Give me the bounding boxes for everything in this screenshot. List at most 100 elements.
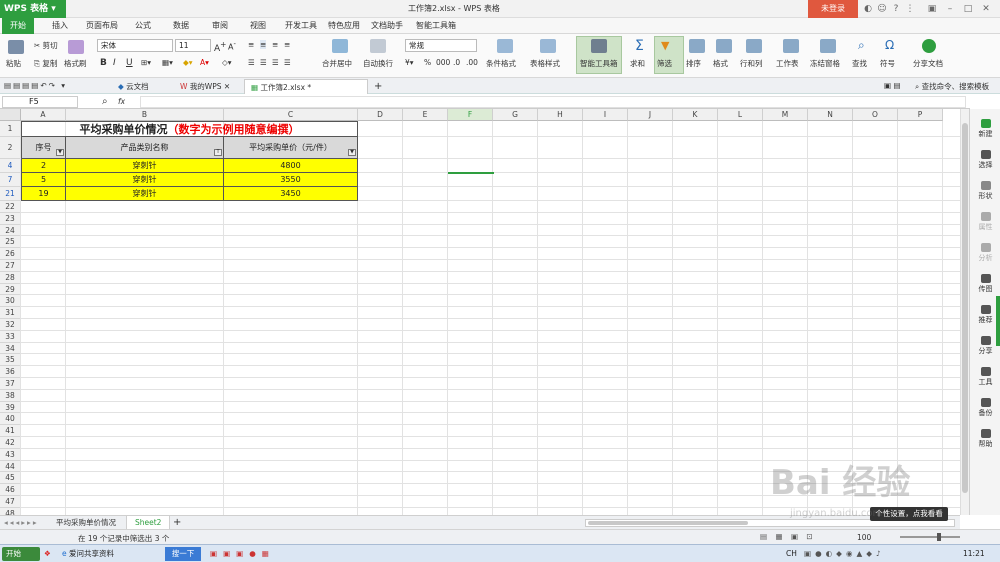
tray-icons[interactable]: ▣●◐◆◉▲◆♪ — [804, 547, 885, 561]
decrease-decimal-icon[interactable]: .00 — [466, 58, 478, 67]
sort-icon[interactable] — [689, 39, 705, 53]
data-cell[interactable]: 4800 — [224, 159, 358, 173]
clear-icon[interactable]: ◇▾ — [222, 58, 232, 67]
align-bottom-icon[interactable]: ≡ — [272, 40, 278, 49]
data-cell[interactable]: 穿刺针 — [66, 159, 224, 173]
thousands-icon[interactable]: 000 — [436, 58, 450, 67]
paste-icon[interactable] — [8, 40, 24, 54]
font-size-select[interactable]: 11 — [175, 39, 211, 52]
tab-formula[interactable]: 公式 — [133, 18, 153, 34]
format-painter-button[interactable]: 格式刷 — [64, 58, 87, 69]
tab-data[interactable]: 数据 — [171, 18, 191, 34]
column-header-o[interactable]: O — [853, 109, 898, 121]
font-color-icon[interactable]: A▾ — [200, 58, 209, 67]
row-header-29[interactable]: 29 — [0, 283, 21, 296]
data-cell[interactable]: 穿刺针 — [66, 173, 224, 187]
column-header-e[interactable]: E — [403, 109, 448, 121]
number-format-select[interactable]: 常规 — [405, 39, 477, 52]
sidebar-upload-image[interactable]: 传图 — [970, 274, 1000, 294]
vertical-scroll-thumb[interactable] — [962, 123, 968, 493]
column-header-h[interactable]: H — [538, 109, 583, 121]
align-top2-icon[interactable]: ≡ — [284, 40, 290, 49]
merge-center-icon[interactable] — [332, 39, 348, 53]
data-cell[interactable]: 穿刺针 — [66, 187, 224, 201]
sheet-title-cell[interactable]: 平均采购单价情况（数字为示例用随意编撰） — [21, 121, 358, 137]
row-header-1[interactable]: 1 — [0, 121, 21, 137]
new-tab-button[interactable]: + — [368, 79, 388, 94]
sum-icon[interactable]: Σ — [635, 38, 644, 54]
format-icon[interactable] — [716, 39, 732, 53]
column-header-j[interactable]: J — [628, 109, 673, 121]
add-sheet-button[interactable]: + — [165, 516, 189, 530]
data-cell[interactable]: 3450 — [224, 187, 358, 201]
tab-special[interactable]: 特色应用 — [326, 18, 362, 34]
smart-toolbox-button[interactable]: 智能工具箱 — [580, 58, 618, 69]
row-header-28[interactable]: 28 — [0, 271, 21, 284]
row-header-39[interactable]: 39 — [0, 401, 21, 414]
search-button[interactable]: 搜一下 — [165, 547, 201, 561]
zoom-slider-thumb[interactable] — [937, 533, 941, 541]
grow-font-icon[interactable]: A+ — [214, 40, 226, 54]
row-header-30[interactable]: 30 — [0, 295, 21, 308]
row-col-icon[interactable] — [746, 39, 762, 53]
row-header-46[interactable]: 46 — [0, 484, 21, 496]
row-header-7[interactable]: 7 — [0, 173, 21, 187]
row-col-button[interactable]: 行和列 — [740, 58, 763, 69]
help-icon[interactable]: ? — [890, 3, 902, 15]
row-header-33[interactable]: 33 — [0, 330, 21, 343]
freeze-icon[interactable] — [820, 39, 836, 53]
row-header-31[interactable]: 31 — [0, 307, 21, 319]
percent-button[interactable]: % — [424, 58, 431, 67]
taskbar-ie[interactable]: e 爱问共享资料 — [62, 547, 140, 561]
maximize-icon[interactable]: □ — [962, 3, 974, 15]
column-header-n[interactable]: N — [808, 109, 853, 121]
tab-tools-icons[interactable]: ▣ ▤ — [884, 81, 901, 90]
column-header-p[interactable]: P — [898, 109, 943, 121]
tab-cloud-docs[interactable]: ◆ 云文档 — [112, 79, 155, 94]
row-header-4[interactable]: 4 — [0, 159, 21, 173]
formula-input[interactable] — [140, 96, 966, 108]
format-painter-icon[interactable] — [68, 40, 84, 54]
sidebar-property[interactable]: 属性 — [970, 212, 1000, 232]
name-box[interactable]: F5 — [2, 96, 78, 108]
filter-dropdown-icon[interactable]: ▼ — [348, 149, 356, 156]
row-header-21[interactable]: 21 — [0, 187, 21, 201]
skin-icon[interactable]: ◐ — [862, 3, 874, 15]
row-header-40[interactable]: 40 — [0, 413, 21, 426]
data-cell[interactable]: 5 — [21, 173, 66, 187]
more-icon[interactable]: ⋮ — [904, 3, 916, 15]
underline-button[interactable]: U — [126, 58, 133, 68]
justify-icon[interactable]: ☰ — [284, 58, 291, 67]
data-cell[interactable]: 3550 — [224, 173, 358, 187]
column-header-m[interactable]: M — [763, 109, 808, 121]
sidebar-help[interactable]: 帮助 — [970, 429, 1000, 449]
command-search[interactable]: ⌕ 查找命令、搜索模板 — [915, 81, 989, 92]
font-family-select[interactable]: 宋体 — [97, 39, 173, 52]
sidebar-new[interactable]: 新建 — [970, 119, 1000, 139]
restore-icon[interactable]: ▣ — [926, 3, 938, 15]
filter-button[interactable]: 筛选 — [657, 58, 672, 69]
data-cell[interactable]: 19 — [21, 187, 66, 201]
feedback-icon[interactable]: ☺ — [876, 3, 888, 15]
tab-page-layout[interactable]: 页面布局 — [84, 18, 120, 34]
shrink-font-icon[interactable]: A- — [228, 40, 236, 52]
minimize-icon[interactable]: – — [944, 3, 956, 15]
sheet-tab-avg-price[interactable]: 平均采购单价情况 — [48, 516, 124, 530]
column-header-k[interactable]: K — [673, 109, 718, 121]
row-header-34[interactable]: 34 — [0, 342, 21, 355]
row-header-47[interactable]: 47 — [0, 496, 21, 508]
conditional-format-icon[interactable] — [497, 39, 513, 53]
format-button[interactable]: 格式 — [713, 58, 728, 69]
select-all-corner[interactable] — [0, 109, 21, 121]
sheet-tab-sheet2[interactable]: Sheet2 — [126, 516, 171, 530]
sidebar-backup[interactable]: 备份 — [970, 398, 1000, 418]
column-header-i[interactable]: I — [583, 109, 628, 121]
horizontal-scroll-thumb[interactable] — [588, 521, 748, 525]
tab-workbook[interactable]: ▦ 工作簿2.xlsx * — [244, 79, 368, 94]
tab-smart-toolbox[interactable]: 智能工具箱 — [414, 18, 458, 34]
header-cell-category[interactable]: 产品类别名称 T — [66, 137, 224, 159]
align-center-icon[interactable]: ☰ — [260, 58, 267, 67]
login-button[interactable]: 未登录 — [808, 0, 858, 18]
worksheet-icon[interactable] — [783, 39, 799, 53]
row-header-2[interactable]: 2 — [0, 137, 21, 159]
